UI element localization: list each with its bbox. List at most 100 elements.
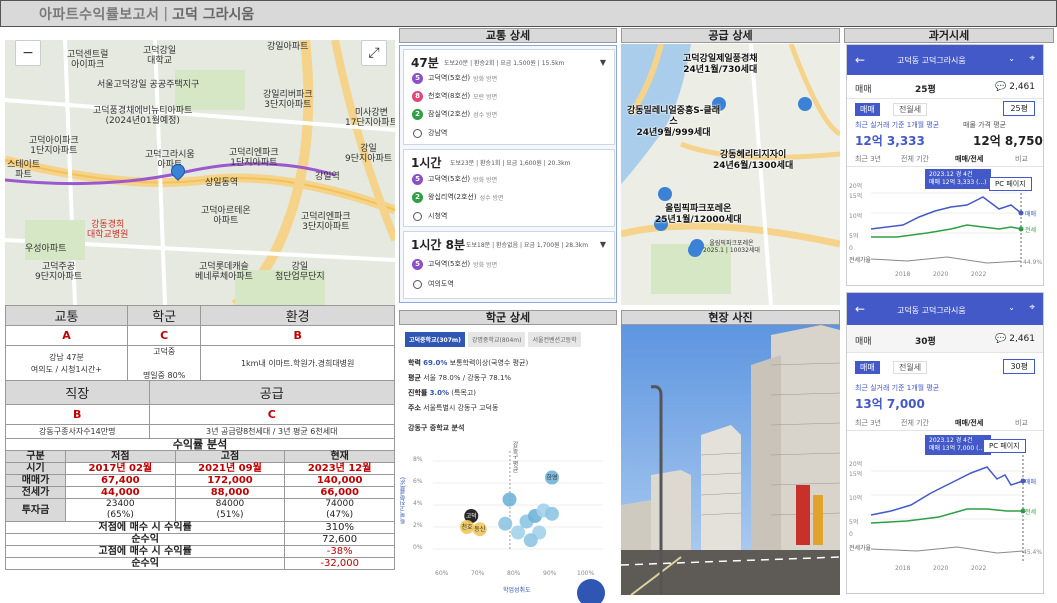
period-tab[interactable]: 비교 bbox=[1015, 418, 1028, 428]
chevron-down-icon[interactable]: ⌄ bbox=[1008, 54, 1015, 63]
location-pin-icon[interactable]: ⌖ bbox=[1029, 53, 1035, 64]
stop-name: 시청역 bbox=[428, 212, 448, 220]
period-tab[interactable]: 전체 기간 bbox=[901, 418, 929, 428]
map-label: 고덕롯데캐슬 베네루체아파트 bbox=[195, 262, 253, 282]
price-chart: 2023.12 경 4건 매매 13억 7,000 (...) PC 페이지 2… bbox=[847, 431, 1043, 581]
grade-detail: 강남 47분 여의도 / 시청1시간+ bbox=[5, 345, 128, 383]
map-label: 강일역 bbox=[315, 172, 340, 182]
school-point[interactable] bbox=[523, 533, 538, 548]
y-tick: 20억 bbox=[849, 461, 863, 468]
period-tab[interactable]: 전체 기간 bbox=[901, 154, 929, 164]
stop-direction: 성수 방면 bbox=[479, 194, 504, 202]
tab-sale[interactable]: 매매 bbox=[855, 103, 880, 116]
floating-action-button[interactable] bbox=[577, 579, 605, 603]
deal-type[interactable]: 매매 bbox=[855, 82, 872, 95]
y-tick: 0 bbox=[849, 531, 853, 538]
route-stop: 시청역 bbox=[412, 209, 447, 223]
supply-map-base bbox=[621, 44, 840, 305]
panel-title-supply: 공급 상세 bbox=[621, 28, 840, 43]
period-tab[interactable]: 비교 bbox=[1015, 154, 1028, 164]
school-point-label: 동신 bbox=[474, 525, 485, 533]
expand-map-button[interactable]: ⤢ bbox=[361, 40, 387, 66]
tab-sale[interactable]: 매매 bbox=[855, 361, 880, 374]
size-select[interactable]: 25평 bbox=[1003, 101, 1035, 116]
cell: 84000 (51%) bbox=[174, 498, 286, 522]
x-tick: 2018 bbox=[895, 565, 911, 572]
row-label: 매매가 bbox=[5, 474, 66, 487]
map-label: 고덕리엔파크 1단지아파트 bbox=[229, 148, 279, 168]
location-map[interactable]: 강일아파트 고덕센트럴 아이파크 고덕강일 대학교 서울고덕강일 공공주택지구 … bbox=[5, 40, 395, 305]
cell: 2017년 02월 bbox=[65, 462, 176, 475]
cell: 67,400 bbox=[65, 474, 176, 487]
map-label: 고덕풍경채에비뉴티아파트 (2024년01월예정) bbox=[93, 106, 193, 126]
app-bar: ← 고덕동 고덕그라시움 ⌄ ⌖ bbox=[847, 293, 1043, 325]
size-label[interactable]: 25평 bbox=[915, 82, 936, 95]
stop-name: 강남역 bbox=[428, 129, 448, 137]
chevron-down-icon[interactable]: ▼ bbox=[600, 58, 606, 67]
tab-rent[interactable]: 전월세 bbox=[893, 361, 928, 374]
x-tick: 2022 bbox=[971, 271, 987, 278]
past-price-panel-25: ← 고덕동 고덕그라시움 ⌄ ⌖ 매매 25평 💬 2,461 매매 전월세 2… bbox=[846, 44, 1044, 286]
row-label: 시기 bbox=[5, 462, 66, 475]
school-point[interactable] bbox=[498, 516, 513, 531]
school-point[interactable] bbox=[502, 492, 517, 507]
period-tab[interactable]: 매매/전세 bbox=[955, 154, 983, 164]
y-tick: 5억 bbox=[849, 233, 859, 240]
recent-price-caption: 최근 실거래 기준 1개월 평균 bbox=[855, 121, 940, 129]
grade-detail: 고덕중 명일중 80% bbox=[126, 345, 202, 383]
supply-map[interactable]: 고덕강일제일풍경채 24년1월/730세대 강동밀레니얼중흥S-클래 스 24년… bbox=[621, 44, 840, 305]
apartment-name: 고덕 그라시움 bbox=[172, 6, 255, 23]
stat-label: 주소 bbox=[408, 404, 421, 412]
comment-count[interactable]: 💬 2,461 bbox=[995, 334, 1035, 344]
school-tab[interactable]: 고덕중학교(307m) bbox=[405, 332, 465, 347]
pc-page-button[interactable]: PC 페이지 bbox=[983, 439, 1026, 453]
route-card[interactable]: 47분 도보20분 | 환승2회 | 요금 1,500원 | 15.5km ▼ … bbox=[403, 49, 615, 145]
route-card[interactable]: 1시간 도보23분 | 환승1회 | 요금 1,600원 | 20.3km 5고… bbox=[403, 149, 615, 227]
chevron-down-icon[interactable]: ▼ bbox=[600, 240, 606, 249]
panel-title-photo: 현장 사진 bbox=[621, 310, 840, 325]
deal-type[interactable]: 매매 bbox=[855, 334, 872, 347]
col-header: 구분 bbox=[5, 450, 66, 463]
stop-direction: 방화 방면 bbox=[473, 261, 498, 269]
route-meta: 도보23분 | 환승1회 | 요금 1,600원 | 20.3km bbox=[450, 160, 571, 167]
tab-rent[interactable]: 전월세 bbox=[893, 103, 928, 116]
school-tab[interactable]: 서울컨벤션고등학 bbox=[528, 332, 581, 347]
supply-small-label: 올림픽파크포레온 2025.1 | 10032세대 bbox=[703, 240, 760, 254]
size-select[interactable]: 30평 bbox=[1003, 359, 1035, 374]
comment-count[interactable]: 💬 2,461 bbox=[995, 82, 1035, 92]
site-photo-image bbox=[621, 325, 840, 595]
comment-count-value: 2,461 bbox=[1009, 82, 1035, 92]
map-label: 고덕그라시움 아파트 bbox=[145, 150, 195, 170]
chevron-down-icon[interactable]: ⌄ bbox=[1008, 303, 1015, 312]
recent-price: 13억 7,000 bbox=[855, 397, 925, 411]
stat-value: 69.0% bbox=[423, 359, 448, 367]
grade-header: 학군 bbox=[126, 305, 202, 326]
school-point-label: 고덕 bbox=[466, 513, 477, 520]
apt-name: 고덕동 고덕그라시움 bbox=[897, 306, 966, 315]
back-arrow-icon[interactable]: ← bbox=[855, 302, 865, 316]
summary-value: -38% bbox=[284, 545, 395, 558]
col-header: 저점 bbox=[65, 450, 176, 463]
location-pin-icon[interactable]: ⌖ bbox=[1029, 302, 1035, 313]
summary-label: 저점에 매수 시 수익률 bbox=[4, 521, 286, 534]
stop-name: 고덕역(5호선) bbox=[428, 74, 471, 82]
x-tick: 90% bbox=[543, 570, 557, 577]
period-tab[interactable]: 매매/전세 bbox=[955, 418, 983, 428]
zoom-out-button[interactable]: − bbox=[15, 40, 41, 66]
school-tab[interactable]: 강명중학교(804m) bbox=[467, 332, 526, 347]
school-point[interactable] bbox=[511, 525, 525, 540]
summary-label: 순수익 bbox=[4, 533, 286, 546]
pc-page-button[interactable]: PC 페이지 bbox=[989, 177, 1032, 191]
y-tick: 6% bbox=[413, 478, 423, 485]
size-label[interactable]: 30평 bbox=[915, 334, 936, 347]
route-card[interactable]: 1시간 8분 도보18분 | 환승없음 | 요금 1,700원 | 28.3km… bbox=[403, 231, 615, 299]
line-badge: 5 bbox=[412, 258, 423, 270]
route-stop: 5 고덕역(5호선) 방화 방면 bbox=[412, 172, 497, 186]
y-tick: 0 bbox=[849, 245, 853, 252]
back-arrow-icon[interactable]: ← bbox=[855, 53, 865, 67]
map-label: 우성아파트 bbox=[25, 244, 67, 254]
period-tab[interactable]: 최근 3년 bbox=[855, 154, 881, 164]
school-point[interactable] bbox=[545, 506, 559, 521]
chart-title: 강동구 중학교 분석 bbox=[408, 424, 465, 432]
period-tab[interactable]: 최근 3년 bbox=[855, 418, 881, 428]
